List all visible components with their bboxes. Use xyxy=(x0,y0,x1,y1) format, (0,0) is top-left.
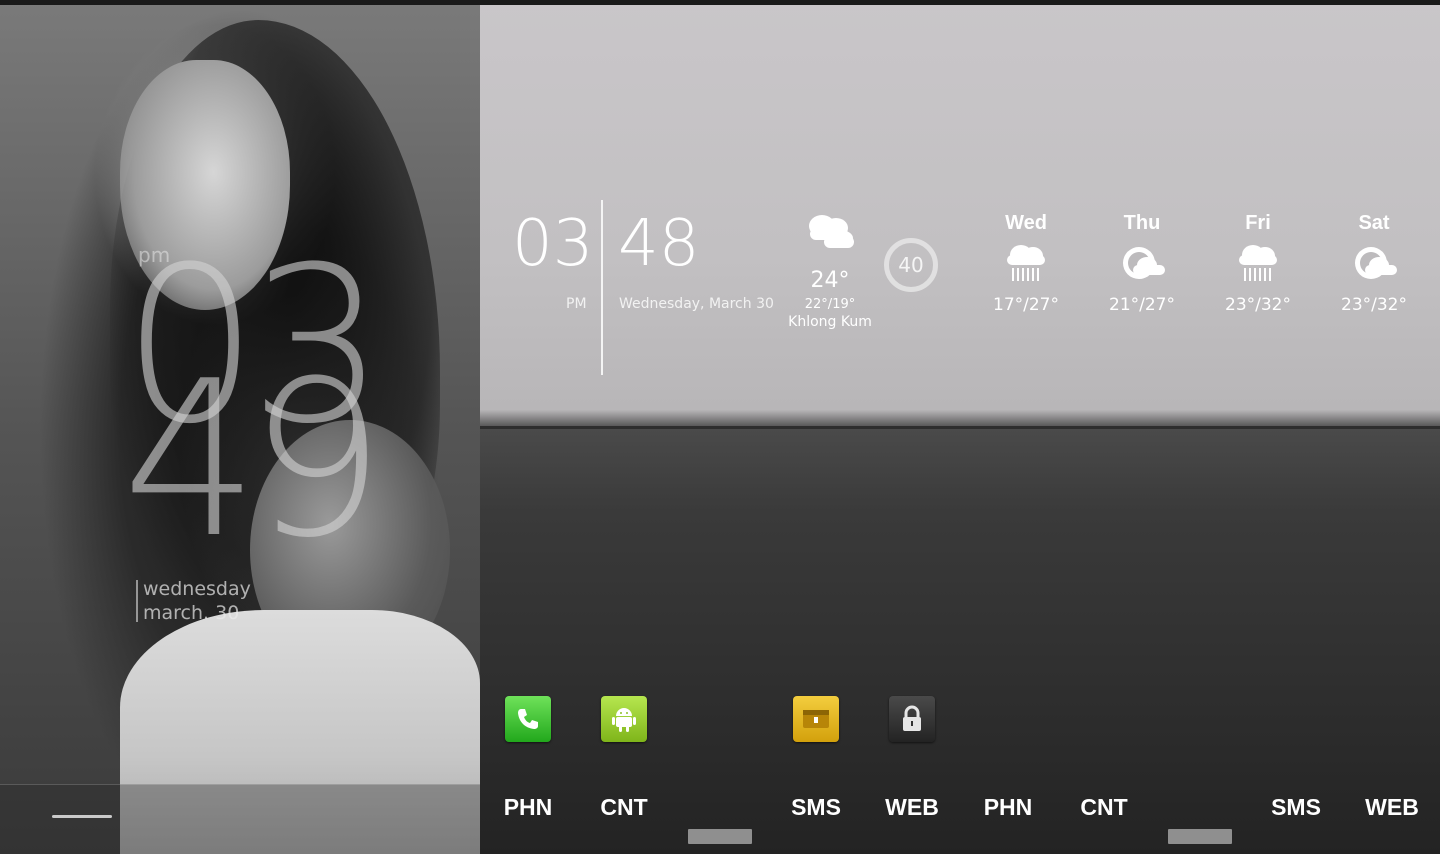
cloud-icon[interactable] xyxy=(800,210,860,250)
lock-date: wednesday march. 30 xyxy=(143,577,251,625)
dock-label-web[interactable]: WEB xyxy=(872,794,952,821)
home-screen-panel: 03 PM 48 Wednesday, March 30 24° 22°/19°… xyxy=(480,0,960,854)
dock-label-phn[interactable]: PHN xyxy=(968,794,1048,821)
dock-label-sms[interactable]: SMS xyxy=(776,794,856,821)
forecast-temp: 23°/32° xyxy=(1341,295,1407,315)
web-app-icon[interactable] xyxy=(889,696,935,742)
dock-label-phn[interactable]: PHN xyxy=(488,794,568,821)
app-grid-icon[interactable] xyxy=(697,696,743,742)
lock-weekday: wednesday xyxy=(143,578,251,600)
clock-divider xyxy=(601,200,603,375)
mail-icon xyxy=(803,710,829,728)
horizon-line xyxy=(480,426,960,429)
page-indicator[interactable] xyxy=(1168,829,1232,844)
lock-minute: 49 xyxy=(122,334,386,585)
forecast-screen-panel: Wed 17°/27° Thu 21°/27° Fri 23°/32° Sat xyxy=(960,0,1440,854)
forecast-day-name: Thu xyxy=(1123,212,1161,234)
partly-cloudy-icon xyxy=(1355,247,1397,279)
lock-date-divider xyxy=(136,580,138,622)
dock-label-cnt[interactable]: CNT xyxy=(584,794,664,821)
rain-cloud-icon xyxy=(1239,245,1277,281)
forecast-day-1[interactable]: Wed 17°/27° xyxy=(981,212,1071,315)
rain-cloud-icon xyxy=(1007,245,1045,281)
contacts-app-icon[interactable] xyxy=(601,696,647,742)
clock-hour[interactable]: 03 xyxy=(512,212,593,276)
forecast-day-4[interactable]: Sat 23°/32° xyxy=(1329,212,1419,315)
phone-icon xyxy=(518,709,538,729)
dock-label-sms[interactable]: SMS xyxy=(1256,794,1336,821)
lock-day: march. 30 xyxy=(143,602,240,624)
horizon-line xyxy=(960,426,1440,429)
weather-city: Khlong Kum xyxy=(788,314,872,330)
clock-date: Wednesday, March 30 xyxy=(619,296,774,312)
dock-label-web[interactable]: WEB xyxy=(1352,794,1432,821)
lockscreen-panel: pm 03 49 wednesday march. 30 xyxy=(0,0,480,854)
clock-minute[interactable]: 48 xyxy=(618,212,699,276)
clock-ampm: PM xyxy=(566,296,587,312)
forecast-temp: 21°/27° xyxy=(1109,295,1175,315)
lock-icon xyxy=(903,705,921,731)
unlock-slider-handle[interactable] xyxy=(52,815,112,818)
forecast-day-3[interactable]: Fri 23°/32° xyxy=(1213,212,1303,315)
forecast-day-2[interactable]: Thu 21°/27° xyxy=(1097,212,1187,315)
lock-bottom-bar xyxy=(0,784,480,854)
top-edge-bar xyxy=(0,0,1440,5)
forecast-day-name: Wed xyxy=(1005,212,1047,234)
sms-app-icon[interactable] xyxy=(793,696,839,742)
phone-app-icon[interactable] xyxy=(505,696,551,742)
forecast-day-name: Sat xyxy=(1358,212,1390,234)
weather-range: 22°/19° xyxy=(804,297,856,312)
forecast-temp: 23°/32° xyxy=(1225,295,1291,315)
battery-value: 40 xyxy=(898,253,924,277)
partly-cloudy-icon xyxy=(1123,247,1165,279)
page-indicator[interactable] xyxy=(688,829,752,844)
forecast-temp: 17°/27° xyxy=(993,295,1059,315)
forecast-day-name: Fri xyxy=(1245,212,1271,234)
dock-label-cnt[interactable]: CNT xyxy=(1064,794,1144,821)
android-icon xyxy=(612,708,636,732)
weather-temp: 24° xyxy=(810,268,850,293)
battery-widget[interactable]: 40 xyxy=(884,238,938,292)
